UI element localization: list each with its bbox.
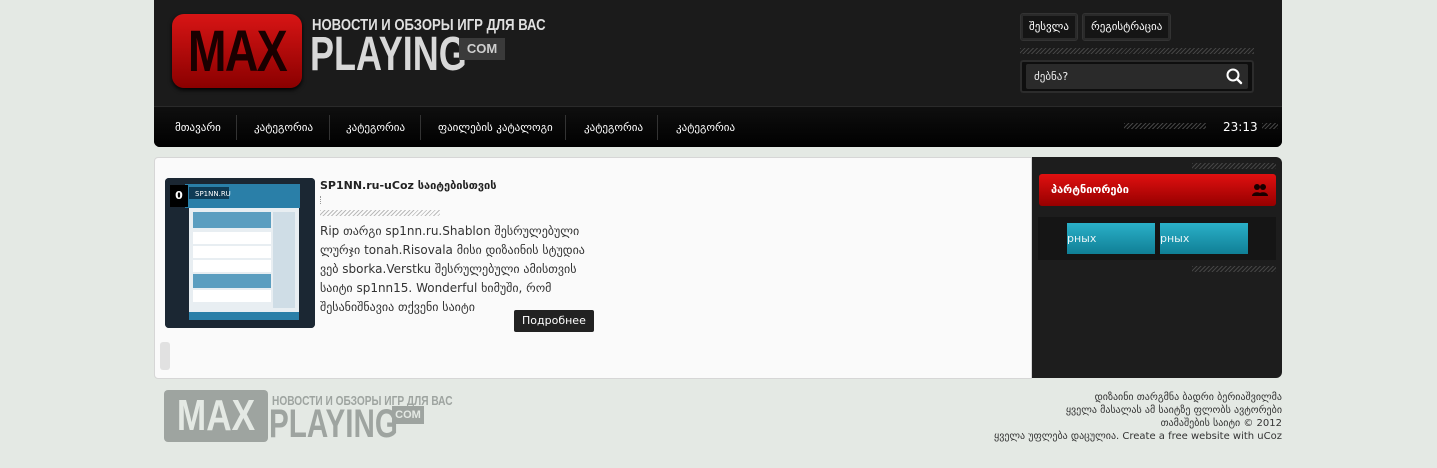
divider xyxy=(320,196,323,204)
read-more-button[interactable]: Подробнее xyxy=(514,310,594,332)
partners-title: პარტნიორები xyxy=(1051,183,1129,196)
logo-playing-text: PLAYING xyxy=(310,28,467,81)
search-input[interactable] xyxy=(1026,64,1228,89)
site-header: MAX НОВОСТИ И ОБЗОРЫ ИГР ДЛЯ ВАС PLAYING… xyxy=(154,0,1282,147)
footer-line: თამაშების საიტი © 2012 xyxy=(1160,418,1282,429)
nav-item-category[interactable]: კატეგორია xyxy=(584,107,643,147)
nav-item-category[interactable]: კატეგორია xyxy=(346,107,405,147)
main-content: SP1NN.RU 0 SP1NN.ru-uCoz საიტებისთვის Ri… xyxy=(154,157,1032,379)
footer-credits: დიზაინი თარგმნა ბადრი ბერიაშვილმა ყველა … xyxy=(994,391,1282,443)
footer-line: ყველა მასალას ამ საიტზე ფლობს ავტორები xyxy=(1065,405,1282,416)
search-button[interactable] xyxy=(1220,64,1248,89)
nav-separator xyxy=(657,115,658,140)
post-title[interactable]: SP1NN.ru-uCoz საიტებისთვის xyxy=(320,179,497,192)
footer-logo-playing: PLAYING xyxy=(269,402,398,446)
post-body: Rip თარგი sp1nn.ru.Shablon შესრულებული ლ… xyxy=(320,224,585,314)
partners-panel: рных рных xyxy=(1038,217,1276,260)
footer-logo-badge[interactable]: MAX xyxy=(164,390,268,442)
divider xyxy=(1124,123,1206,129)
search-icon xyxy=(1226,68,1243,85)
sidebar: პარტნიორები рных рных xyxy=(1032,157,1282,378)
footer-logo-max: MAX xyxy=(176,391,256,440)
clock: 23:13 xyxy=(1223,120,1258,134)
main-nav: მთავარი კატეგორია კატეგორია ფაილების კატ… xyxy=(154,106,1282,147)
nav-separator xyxy=(565,115,566,140)
scrollbar[interactable] xyxy=(160,342,170,370)
partner-link[interactable]: рных xyxy=(1067,223,1155,254)
nav-item-home[interactable]: მთავარი xyxy=(175,107,221,147)
footer-line[interactable]: ყველა უფლება დაცულია. Create a free webs… xyxy=(994,430,1282,443)
search-box xyxy=(1020,60,1254,93)
nav-item-category[interactable]: კატეგორია xyxy=(676,107,735,147)
nav-separator xyxy=(236,115,237,140)
nav-item-category[interactable]: კატეგორია xyxy=(254,107,313,147)
nav-separator xyxy=(329,115,330,140)
partners-header: პარტნიორები xyxy=(1039,174,1276,206)
logo-max-text: MAX xyxy=(187,19,288,84)
divider xyxy=(1192,163,1276,169)
footer-line: დიზაინი თარგმნა ბადრი ბერიაშვილმა xyxy=(1094,392,1282,403)
nav-item-file-catalog[interactable]: ფაილების კატალოგი xyxy=(438,107,553,147)
partner-link[interactable]: рных xyxy=(1160,223,1248,254)
comment-count-badge: 0 xyxy=(170,185,188,207)
register-button[interactable]: რეგისტრაცია xyxy=(1082,13,1172,41)
footer-logo-com: COM xyxy=(392,406,424,424)
nav-separator xyxy=(420,115,421,140)
divider xyxy=(1020,48,1254,54)
thumb-site-name: SP1NN.RU xyxy=(195,190,231,198)
divider xyxy=(320,210,440,216)
users-icon xyxy=(1252,184,1268,196)
divider xyxy=(1192,266,1276,272)
logo-badge[interactable]: MAX xyxy=(172,14,302,88)
divider xyxy=(1262,123,1278,129)
login-button[interactable]: შესვლა xyxy=(1020,13,1078,41)
logo-com-text: COM xyxy=(459,38,505,60)
